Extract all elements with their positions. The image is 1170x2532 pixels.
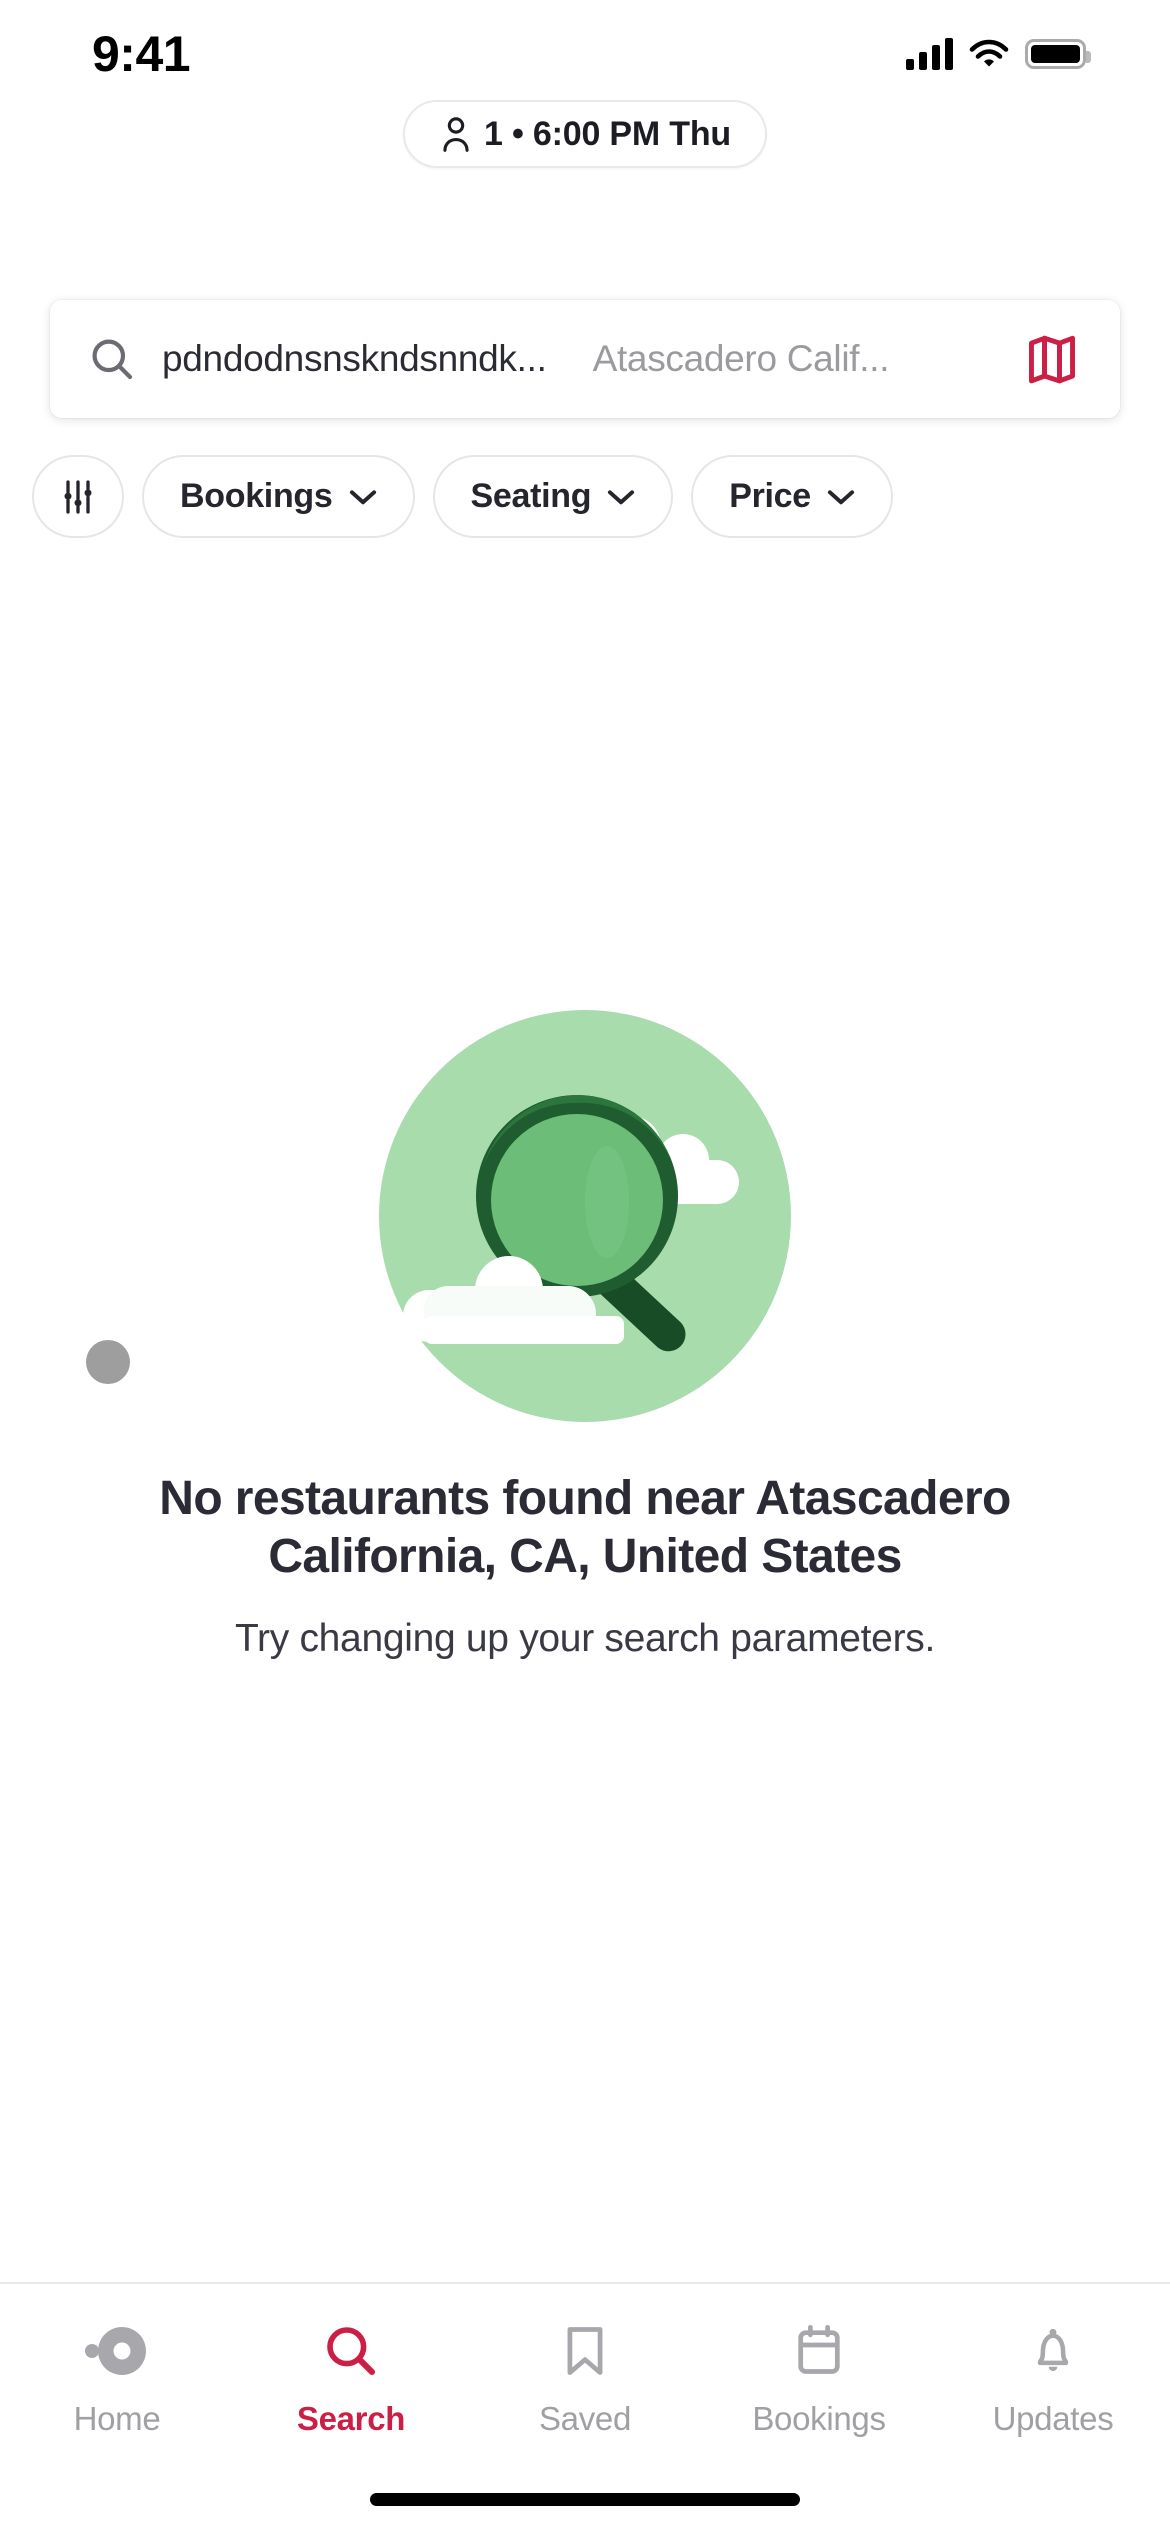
- search-icon: [92, 339, 133, 380]
- bookmark-icon: [559, 2320, 611, 2382]
- sliders-icon: [64, 479, 92, 514]
- party-time-pill-container: 1 • 6:00 PM Thu: [0, 100, 1170, 168]
- tab-bookings-label: Bookings: [752, 2400, 886, 2437]
- wifi-icon: [969, 39, 1009, 67]
- filter-chip-seating[interactable]: Seating: [432, 455, 674, 538]
- tab-saved-label: Saved: [538, 2400, 632, 2437]
- filter-chips-row: Bookings Seating Price: [0, 455, 1170, 538]
- filter-chip-bookings[interactable]: Bookings: [142, 455, 415, 538]
- magnifying-glass-clouds-illustration: [379, 1010, 791, 1422]
- app-screen: 9:41 1 • 6:00 PM Thu pdndodnsnskndsnndk.…: [0, 0, 1170, 2532]
- empty-state-subtitle: Try changing up your search parameters.: [234, 1617, 936, 1661]
- home-dot-icon: [80, 2320, 154, 2382]
- location-input[interactable]: Atascadero Calif...: [593, 338, 998, 380]
- filter-chip-seating-label: Seating: [470, 477, 592, 515]
- empty-state: No restaurants found near Atascadero Cal…: [0, 1010, 1170, 1661]
- chevron-down-icon: [608, 489, 635, 504]
- tab-search[interactable]: Search: [234, 2320, 468, 2438]
- tab-bookings[interactable]: Bookings: [702, 2320, 936, 2438]
- signal-bars-icon: [906, 38, 953, 70]
- filter-chip-bookings-label: Bookings: [180, 477, 333, 515]
- tab-home-label: Home: [73, 2400, 161, 2437]
- battery-full-icon: [1025, 39, 1091, 69]
- empty-state-title: No restaurants found near Atascadero Cal…: [159, 1472, 1011, 1583]
- status-bar-indicators: [906, 30, 1091, 70]
- filter-chip-price[interactable]: Price: [691, 455, 893, 538]
- party-time-pill-label: 1 • 6:00 PM Thu: [484, 114, 731, 153]
- search-bar[interactable]: pdndodnsnskndsnndk... Atascadero Calif..…: [50, 300, 1120, 418]
- tab-home[interactable]: Home: [0, 2320, 234, 2438]
- home-indicator[interactable]: [370, 2493, 800, 2506]
- tab-updates[interactable]: Updates: [936, 2320, 1170, 2438]
- status-bar-time: 9:41: [92, 26, 191, 82]
- filters-button[interactable]: [32, 455, 124, 538]
- map-icon[interactable]: [1024, 331, 1080, 387]
- party-time-pill[interactable]: 1 • 6:00 PM Thu: [403, 100, 767, 168]
- search-bar-container: pdndodnsnskndsnndk... Atascadero Calif..…: [0, 300, 1170, 418]
- search-input[interactable]: pdndodnsnskndsnndk...: [162, 338, 547, 380]
- person-icon: [443, 117, 469, 152]
- bell-icon: [1027, 2320, 1079, 2382]
- tab-search-label: Search: [296, 2400, 406, 2437]
- search-icon: [323, 2320, 379, 2382]
- chevron-down-icon: [349, 489, 376, 504]
- filter-chip-price-label: Price: [729, 477, 811, 515]
- calendar-icon: [792, 2320, 846, 2382]
- status-bar: 9:41: [0, 0, 1170, 100]
- chevron-down-icon: [827, 489, 854, 504]
- tab-updates-label: Updates: [992, 2400, 1114, 2437]
- tab-saved[interactable]: Saved: [468, 2320, 702, 2438]
